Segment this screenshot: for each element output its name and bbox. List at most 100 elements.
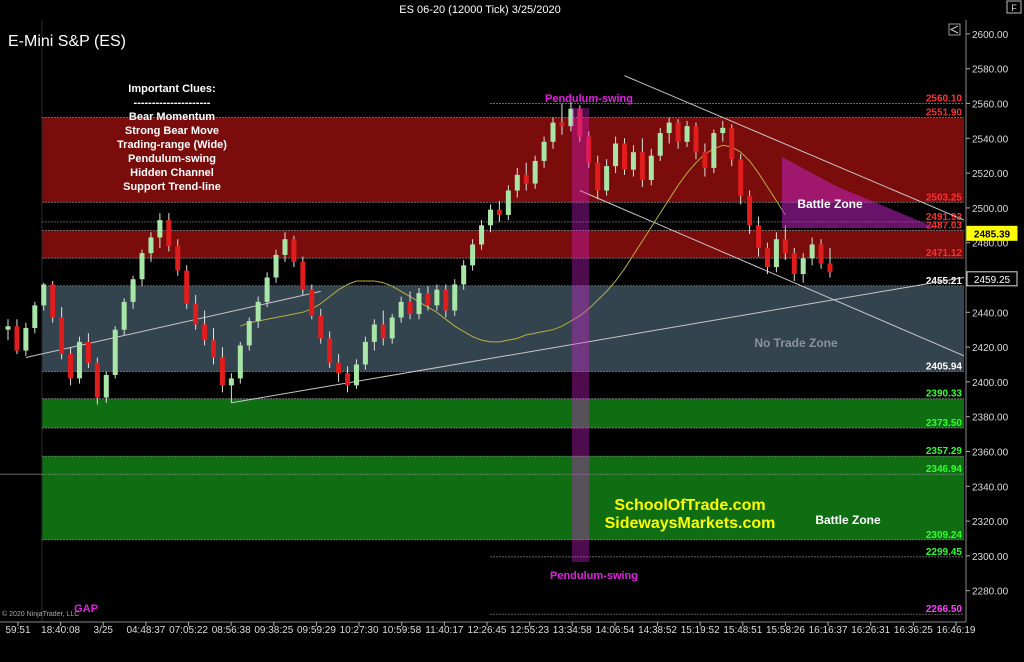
candle-body — [166, 220, 172, 247]
sidewaysmarkets-label: SidewaysMarkets.com — [605, 515, 776, 532]
candle-body — [604, 166, 610, 191]
y-tick-label: 2420.00 — [972, 343, 1009, 354]
candle-body — [648, 155, 654, 181]
y-tick-label: 2320.00 — [972, 517, 1009, 528]
candle-body — [273, 254, 279, 278]
price-tag-label: 2485.39 — [974, 229, 1011, 240]
candle-body — [309, 289, 315, 316]
x-tick-label: 08:56:38 — [212, 625, 251, 636]
candle-body — [487, 209, 493, 226]
candle — [496, 200, 502, 222]
candle-body — [362, 341, 368, 365]
candle — [14, 319, 20, 355]
y-tick-label: 2600.00 — [972, 30, 1009, 41]
x-tick-label: 12:55:23 — [510, 625, 549, 636]
y-tick-label: 2540.00 — [972, 134, 1009, 145]
x-tick-label: 11:40:17 — [425, 625, 464, 636]
candle — [76, 336, 82, 384]
candle — [23, 322, 29, 356]
candle-body — [461, 265, 467, 285]
pendulum-swing-top-label: Pendulum-swing — [545, 93, 633, 105]
candle-body — [139, 253, 145, 280]
candle — [5, 319, 11, 341]
collapse-icon[interactable] — [948, 23, 961, 36]
candle — [166, 213, 172, 252]
candle-body — [264, 277, 270, 302]
y-tick-label: 2560.00 — [972, 100, 1009, 111]
candle-body — [202, 324, 208, 341]
pendulum-swing-bottom-label: Pendulum-swing — [550, 570, 638, 582]
candle-body — [782, 239, 788, 254]
candle-body — [336, 362, 342, 374]
candle-body — [738, 159, 744, 196]
level-label: 2551.90 — [926, 108, 963, 119]
candle-body — [112, 329, 118, 375]
price-chart[interactable]: 2560.102551.902503.252491.932487.032471.… — [0, 0, 1024, 662]
candle-body — [523, 174, 529, 184]
candle-body — [237, 345, 243, 379]
candle — [487, 204, 493, 233]
y-tick-label: 2440.00 — [972, 308, 1009, 319]
level-label: 2346.94 — [926, 464, 963, 475]
level-label: 2266.50 — [926, 604, 963, 615]
x-tick-label: 15:19:52 — [681, 625, 720, 636]
candle-body — [130, 279, 136, 302]
candle — [300, 256, 306, 295]
candle-body — [595, 162, 601, 191]
grey-zone-band — [42, 285, 964, 372]
clue-item: Bear Momentum — [129, 111, 215, 123]
schooloftrade-label: SchoolOfTrade.com — [614, 497, 765, 514]
candle-body — [479, 225, 485, 245]
candle — [139, 249, 145, 287]
candle — [50, 280, 56, 323]
x-tick-label: 16:36:25 — [894, 625, 933, 636]
x-tick-label: 10:27:30 — [340, 625, 379, 636]
battle-zone-lower-label: Battle Zone — [815, 513, 881, 527]
candle-body — [398, 301, 404, 318]
candle-body — [148, 237, 154, 254]
candle — [94, 357, 100, 405]
copyright-text: © 2020 NinjaTrader, LLC — [2, 610, 79, 618]
clue-item: Pendulum-swing — [128, 153, 216, 165]
candle-body — [425, 293, 431, 306]
level-label: 2471.12 — [926, 248, 963, 259]
candle-body — [85, 341, 91, 363]
y-tick-label: 2500.00 — [972, 204, 1009, 215]
candle-body — [550, 122, 556, 142]
x-tick-label: 12:26:45 — [468, 625, 507, 636]
candle-body — [514, 174, 520, 191]
candle — [711, 129, 717, 174]
candle-body — [532, 160, 538, 184]
candle — [309, 284, 315, 320]
x-tick-label: 16:46:19 — [937, 625, 976, 636]
candle-body — [809, 244, 815, 259]
candle-body — [684, 126, 690, 142]
level-label: 2357.29 — [926, 446, 963, 457]
candle — [505, 185, 511, 221]
candle-body — [764, 247, 770, 268]
candle-body — [68, 354, 74, 379]
green-zone-band — [42, 456, 964, 540]
y-tick-label: 2400.00 — [972, 378, 1009, 389]
candle-body — [559, 122, 565, 127]
candle — [184, 265, 190, 309]
candle-body — [300, 261, 306, 290]
clue-item: Trading-range (Wide) — [117, 139, 227, 151]
y-tick-label: 2580.00 — [972, 65, 1009, 76]
candle-body — [541, 141, 547, 161]
level-label: 2299.45 — [926, 547, 963, 558]
candle-body — [14, 326, 20, 351]
x-tick-label: 14:38:52 — [638, 625, 677, 636]
candle-body — [613, 143, 619, 167]
candle-body — [353, 364, 359, 386]
candle-body — [94, 362, 100, 398]
y-tick-label: 2520.00 — [972, 169, 1009, 180]
candle-body — [818, 244, 824, 264]
y-tick-label: 2380.00 — [972, 413, 1009, 424]
candle — [121, 298, 127, 335]
candle-body — [711, 133, 717, 168]
candle-body — [443, 289, 449, 311]
candle-body — [193, 303, 199, 325]
y-tick-label: 2360.00 — [972, 447, 1009, 458]
x-tick-label: 18:40:08 — [41, 625, 80, 636]
